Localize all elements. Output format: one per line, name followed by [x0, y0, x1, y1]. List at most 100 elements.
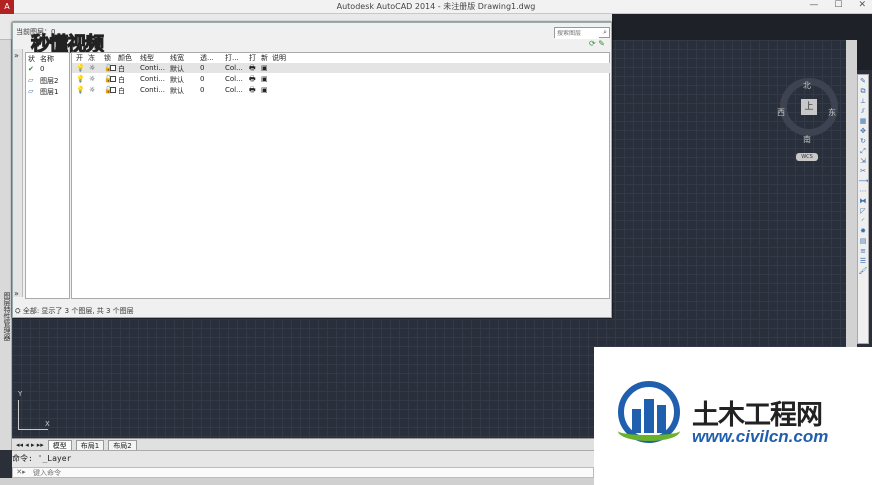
layer-name[interactable]: 图层1: [40, 87, 58, 97]
break-icon[interactable]: ⋯: [859, 187, 868, 196]
properties-icon[interactable]: ☰: [859, 257, 868, 266]
viewcube-south[interactable]: 南: [803, 134, 811, 145]
collapse-filter-icon[interactable]: »: [14, 289, 19, 298]
layer-name-row[interactable]: ▱ 图层1: [28, 86, 70, 96]
layer-freeze-icon[interactable]: ☼: [89, 86, 95, 94]
erase-icon[interactable]: ✎: [859, 77, 868, 86]
layer-name-row[interactable]: ✔ 0: [28, 64, 70, 74]
copy-icon[interactable]: ⧉: [859, 87, 868, 96]
scale-icon[interactable]: ⤢: [859, 147, 868, 156]
matchprop-icon[interactable]: 🖌: [859, 267, 868, 276]
settings-icon[interactable]: ✎: [598, 39, 605, 48]
layer-plot-icon[interactable]: 🖶: [249, 86, 256, 97]
color-swatch[interactable]: [110, 65, 116, 71]
refresh-icon[interactable]: ⟳: [589, 39, 596, 48]
array-icon[interactable]: ▦: [859, 117, 868, 126]
col-status-label[interactable]: 状: [28, 54, 35, 64]
tab-model[interactable]: 模型: [47, 439, 72, 450]
col-lock[interactable]: 锁: [104, 53, 111, 63]
close-button[interactable]: ✕: [858, 0, 866, 14]
layer-row[interactable]: 💡 ☼ 🔓 白 Conti... 默认 0 Col... 🖶 ▣: [72, 85, 610, 95]
layer-plotstyle-cell[interactable]: Col...: [225, 64, 243, 72]
layer-plotstyle-cell[interactable]: Col...: [225, 75, 243, 83]
layer-name-row[interactable]: ▱ 图层2: [28, 75, 70, 85]
ucs-x-label: X: [45, 420, 50, 428]
layer-newvp-icon[interactable]: ▣: [261, 75, 268, 83]
explode-icon[interactable]: ✸: [859, 227, 868, 236]
col-linetype[interactable]: 线型: [140, 53, 154, 63]
layer-name[interactable]: 图层2: [40, 76, 58, 86]
layer-on-icon[interactable]: 💡: [76, 86, 85, 94]
layer-freeze-icon[interactable]: ☼: [89, 64, 95, 72]
layer-plotstyle-cell[interactable]: Col...: [225, 86, 243, 94]
expand-filter-icon[interactable]: »: [14, 51, 19, 60]
viewcube-north[interactable]: 北: [803, 80, 811, 91]
layer-freeze-icon[interactable]: ☼: [89, 75, 95, 83]
palette-side-label[interactable]: 图层特性管理器: [1, 292, 11, 341]
layer-status-icon: ▱: [28, 87, 34, 95]
layer-newvp-icon[interactable]: ▣: [261, 86, 268, 94]
col-description[interactable]: 说明: [272, 53, 286, 63]
layer-transparency-cell[interactable]: 0: [200, 86, 204, 94]
layer-name[interactable]: 0: [40, 65, 44, 73]
layer-icon[interactable]: ≡: [859, 247, 868, 256]
col-name-label[interactable]: 名称: [40, 54, 54, 64]
layer-color-cell[interactable]: 白: [118, 64, 125, 74]
layer-search-box[interactable]: ⌕: [554, 27, 610, 39]
color-swatch[interactable]: [110, 76, 116, 82]
minimize-button[interactable]: —: [809, 0, 818, 14]
layer-status-icon: ✔: [28, 65, 34, 73]
filter-icon[interactable]: ⛭: [15, 307, 21, 315]
col-plotstyle[interactable]: 打...: [225, 53, 239, 63]
layer-list-header: 状 名称 开 冻 锁 颜色 线型 线宽 透... 打... 打 新 说明: [72, 53, 372, 62]
trim-icon[interactable]: ✂: [859, 167, 868, 176]
col-color[interactable]: 颜色: [118, 53, 132, 63]
layer-transparency-cell[interactable]: 0: [200, 64, 204, 72]
layer-on-icon[interactable]: 💡: [76, 75, 85, 83]
maximize-button[interactable]: ☐: [834, 0, 842, 14]
command-input[interactable]: [13, 469, 553, 478]
search-icon[interactable]: ⌕: [603, 28, 607, 37]
layer-color-cell[interactable]: 白: [118, 75, 125, 85]
layer-row[interactable]: 💡 ☼ 🔓 白 Conti... 默认 0 Col... 🖶 ▣: [72, 74, 610, 84]
mirror-icon[interactable]: ⟂: [859, 97, 868, 106]
layer-properties-palette: 当前图层：0 秒懂视频 ⌕ ⟳ ✎ » » ✔0▱图层2▱图层1状名称 状 名称…: [12, 22, 612, 318]
wcs-menu[interactable]: WCS: [796, 153, 818, 161]
layer-search-input[interactable]: [555, 29, 599, 39]
color-swatch[interactable]: [110, 87, 116, 93]
layer-newvp-icon[interactable]: ▣: [261, 64, 268, 72]
offset-icon[interactable]: ⫽: [859, 107, 868, 116]
rotate-icon[interactable]: ↻: [859, 137, 868, 146]
layer-lineweight-cell[interactable]: 默认: [170, 64, 184, 74]
col-on[interactable]: 开: [76, 53, 83, 63]
col-transparency[interactable]: 透...: [200, 53, 214, 63]
chamfer-icon[interactable]: ◸: [859, 207, 868, 216]
layer-row[interactable]: 💡 ☼ 🔓 白 Conti... 默认 0 Col... 🖶 ▣: [72, 63, 610, 73]
layer-linetype-cell[interactable]: Conti...: [140, 64, 165, 72]
viewcube-west[interactable]: 西: [777, 107, 785, 118]
move-icon[interactable]: ✥: [859, 127, 868, 136]
layer-transparency-cell[interactable]: 0: [200, 75, 204, 83]
layer-linetype-cell[interactable]: Conti...: [140, 86, 165, 94]
stretch-icon[interactable]: ⇲: [859, 157, 868, 166]
layer-on-icon[interactable]: 💡: [76, 64, 85, 72]
extend-icon[interactable]: ⟶: [859, 177, 869, 186]
layer-color-cell[interactable]: 白: [118, 86, 125, 96]
fillet-icon[interactable]: ◜: [859, 217, 868, 226]
layer-linetype-cell[interactable]: Conti...: [140, 75, 165, 83]
viewcube-top-face[interactable]: 上: [801, 99, 817, 115]
viewcube-east[interactable]: 东: [828, 107, 836, 118]
layer-lineweight-cell[interactable]: 默认: [170, 75, 184, 85]
tab-layout2[interactable]: 布局2: [108, 439, 137, 450]
col-plot[interactable]: 打: [249, 53, 256, 63]
tab-layout1[interactable]: 布局1: [75, 439, 105, 450]
join-icon[interactable]: ⧓: [859, 197, 868, 206]
col-newvp[interactable]: 新: [261, 53, 268, 63]
layer-lineweight-cell[interactable]: 默认: [170, 86, 184, 96]
col-freeze[interactable]: 冻: [88, 53, 95, 63]
col-lineweight[interactable]: 线宽: [170, 53, 184, 63]
close-command-icon[interactable]: ✕▸: [13, 468, 29, 476]
tree-header: 状名称: [28, 53, 70, 63]
tab-nav-icon[interactable]: ◂◂ ◂ ▸ ▸▸: [16, 441, 44, 449]
draworder-icon[interactable]: ▤: [859, 237, 868, 246]
